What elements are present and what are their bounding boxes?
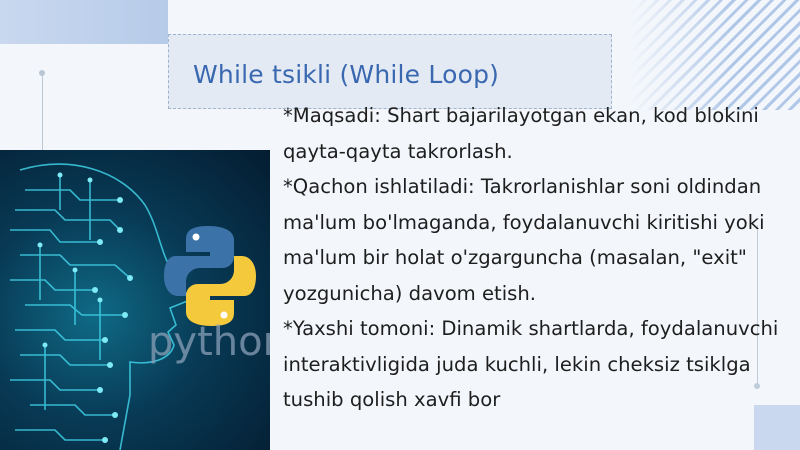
paragraph-advantage[interactable]: *Yaxshi tomoni: Dinamik shartlarda, foyd… [283, 311, 798, 418]
slide-body: *Maqsadi: Shart bajarilayotgan ekan, kod… [283, 98, 798, 418]
decorative-line [42, 72, 43, 152]
ai-head-illustration: python [10, 163, 270, 450]
paragraph-when-used[interactable]: *Qachon ishlatiladi: Takrorlanishlar son… [283, 169, 798, 311]
python-logo-icon [164, 226, 256, 326]
python-ai-image[interactable]: python [0, 150, 270, 450]
slide-title[interactable]: While tsikli (While Loop) [193, 60, 499, 89]
circuit-nodes [37, 172, 133, 443]
decorative-corner-shape [0, 0, 168, 44]
decorative-stripes [630, 0, 800, 110]
circuit-lines [10, 163, 192, 450]
python-logo-text: python [148, 319, 270, 365]
paragraph-purpose[interactable]: *Maqsadi: Shart bajarilayotgan ekan, kod… [283, 98, 798, 169]
